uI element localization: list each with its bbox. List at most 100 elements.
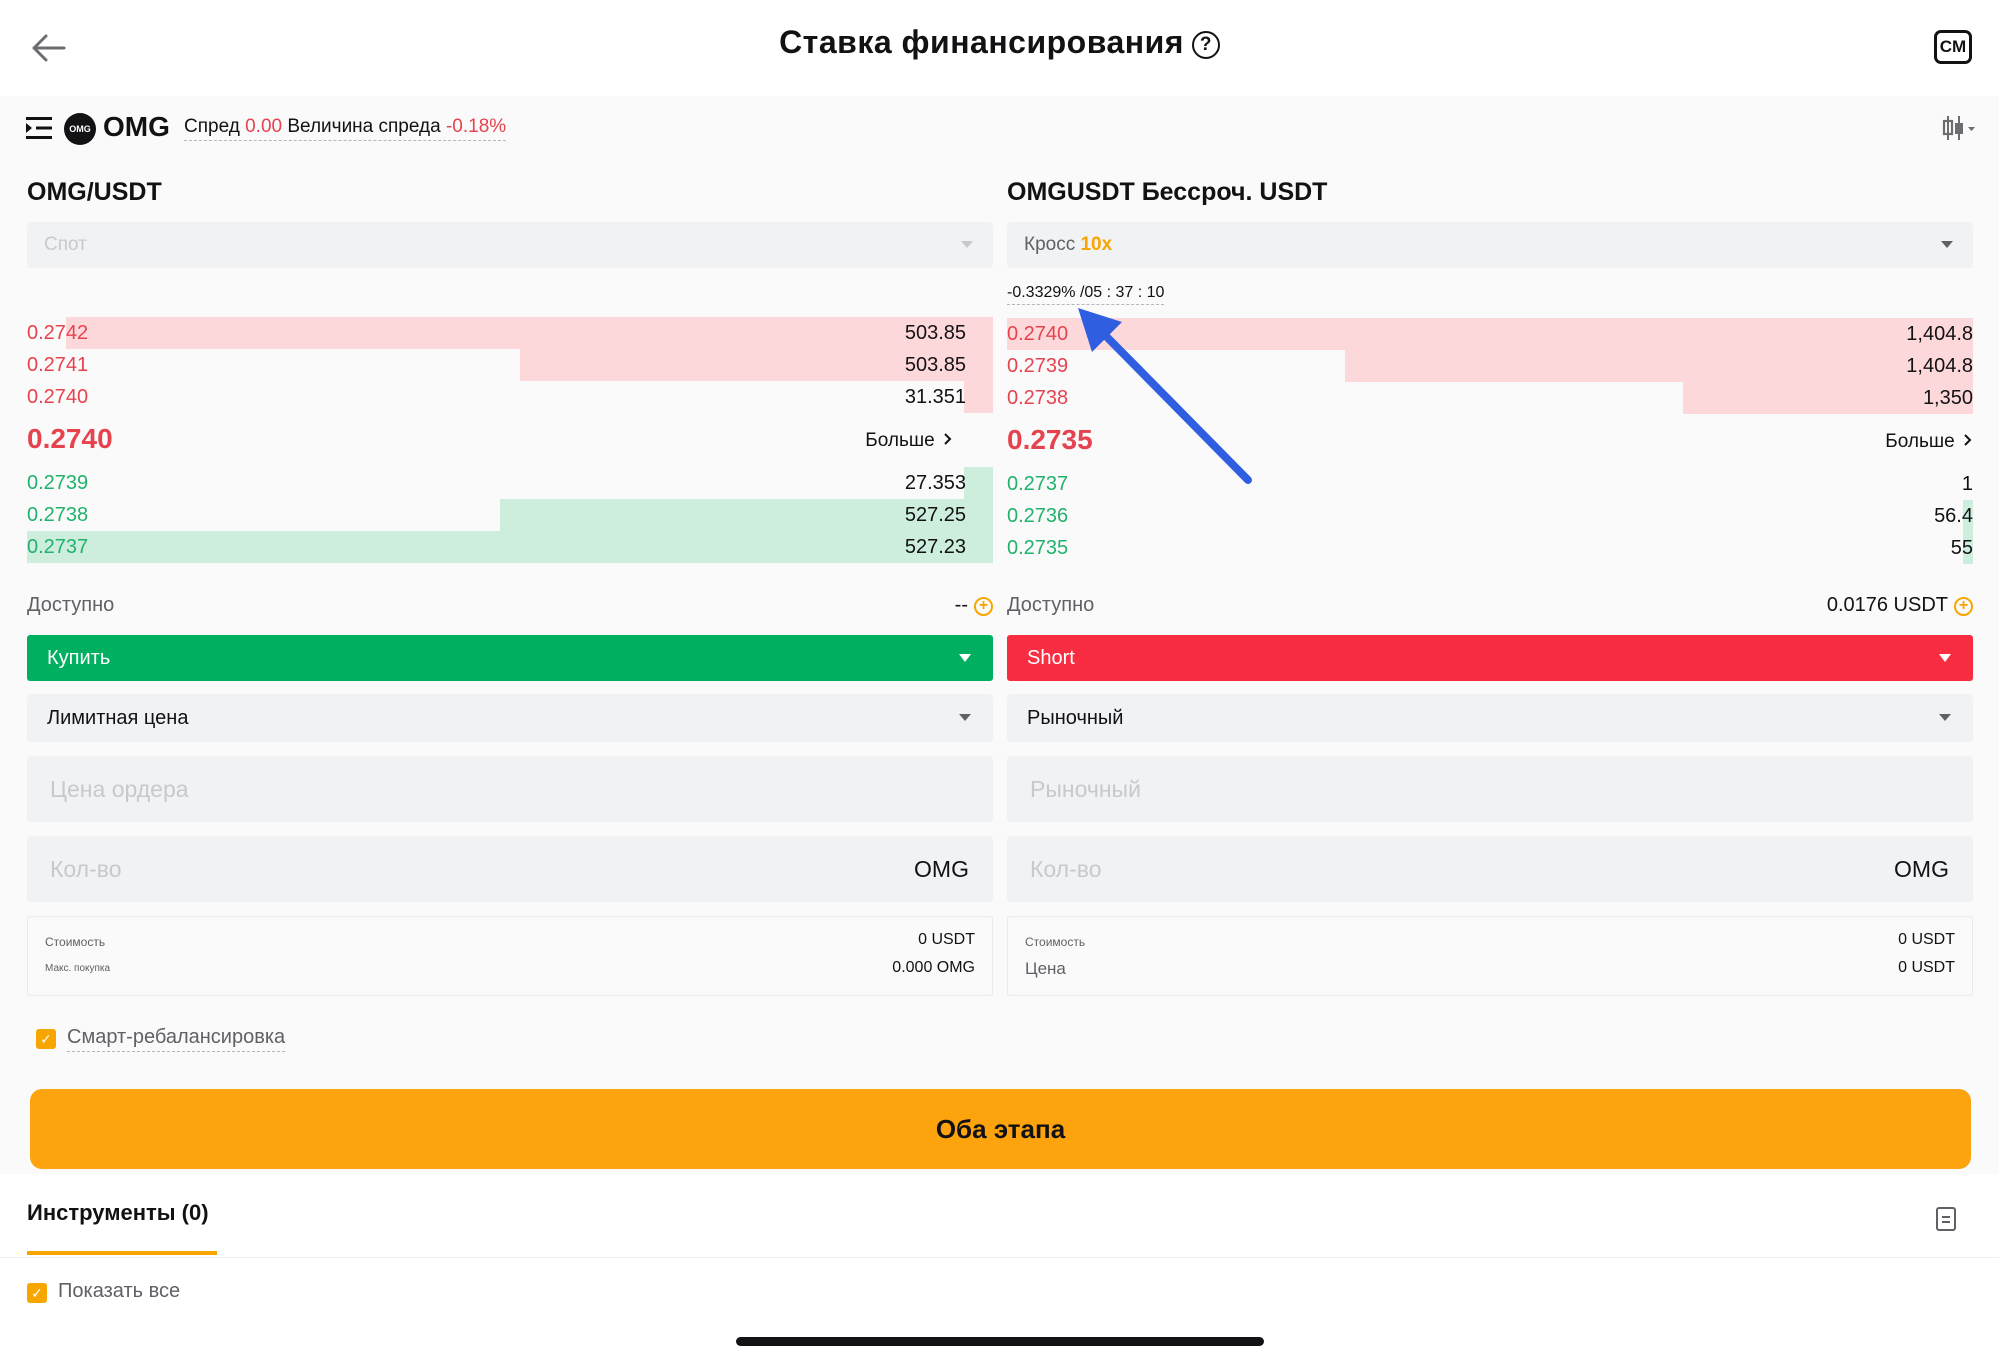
- more-label: Больше: [1885, 431, 1955, 452]
- perp-qty-input[interactable]: Кол-во OMG: [1007, 836, 1973, 902]
- bid-qty: 527.23: [904, 536, 966, 558]
- spot-order-type-select[interactable]: Лимитная цена: [27, 694, 993, 742]
- add-funds-icon[interactable]: +: [974, 597, 993, 616]
- spot-qty-input[interactable]: Кол-во OMG: [27, 836, 993, 902]
- ask-price: 0.2739: [1007, 355, 1069, 377]
- ask-qty: 503.85: [904, 322, 966, 344]
- summary-row: Макс. покупка 0.000 OMG: [45, 959, 975, 981]
- ask-qty: 503.85: [904, 354, 966, 376]
- coin-logo: OMG: [64, 113, 96, 145]
- spot-pair-title: OMG/USDT: [27, 178, 162, 206]
- leverage-value: 10x: [1080, 234, 1113, 255]
- depth-bar: [1345, 350, 1973, 382]
- bid-row[interactable]: 0.2736 56.4: [1007, 500, 1973, 532]
- perp-order-type-label: Рыночный: [1027, 707, 1124, 729]
- tab-instruments[interactable]: Инструменты (0): [27, 1200, 209, 1226]
- page-title: Ставка финансирования?: [0, 24, 1999, 61]
- chevron-right-icon: [1964, 434, 1972, 446]
- more-label: Больше: [865, 430, 935, 451]
- spot-available-amount: --: [954, 594, 968, 616]
- bid-qty: 1: [1961, 473, 1973, 495]
- document-list-icon[interactable]: [1936, 1207, 1956, 1231]
- spread-size-label: Величина спреда: [287, 116, 441, 137]
- active-tab-indicator: [27, 1251, 217, 1255]
- summary-row: Стоимость 0 USDT: [1025, 931, 1955, 953]
- coin-name[interactable]: OMG: [103, 111, 170, 143]
- spread-label: Спред: [184, 116, 240, 137]
- perp-qty-placeholder: Кол-во: [1030, 856, 1102, 882]
- spot-price-input[interactable]: Цена ордера: [27, 756, 993, 822]
- ask-qty: 1,404.8: [1906, 323, 1973, 345]
- add-funds-icon[interactable]: +: [1954, 597, 1973, 616]
- bid-price: 0.2736: [1007, 505, 1069, 527]
- ask-qty: 1,350: [1922, 387, 1973, 409]
- depth-bar: [27, 531, 993, 563]
- ask-row[interactable]: 0.2742 503.85: [27, 317, 993, 349]
- perp-order-summary: Стоимость 0 USDT Цена 0 USDT: [1007, 916, 1973, 996]
- summary-value: 0 USDT: [1898, 959, 1955, 976]
- margin-mode-label: Кросс: [1024, 234, 1076, 255]
- chevron-down-icon: [1941, 241, 1953, 248]
- perp-available-label: Доступно: [1007, 594, 1095, 616]
- margin-mode-select[interactable]: Кросс 10x: [1007, 222, 1973, 268]
- spread-size-value: -0.18%: [445, 116, 507, 137]
- bid-qty: 56.4: [1934, 505, 1973, 527]
- show-all-checkbox[interactable]: ✓: [27, 1283, 47, 1303]
- depth-bar: [66, 317, 993, 349]
- bid-price: 0.2739: [27, 472, 89, 494]
- bid-row[interactable]: 0.2737 527.23: [27, 531, 993, 563]
- spread-info[interactable]: Спред 0.00 Величина спреда -0.18%: [184, 116, 507, 141]
- show-all-label[interactable]: Показать все: [58, 1280, 180, 1303]
- perp-more-link[interactable]: Больше: [1885, 431, 1973, 453]
- summary-key: Макс. покупка: [45, 963, 111, 974]
- ask-price: 0.2738: [1007, 387, 1069, 409]
- chevron-down-icon: [961, 241, 973, 248]
- bid-qty: 55: [1950, 537, 1973, 559]
- spot-order-summary: Стоимость 0 USDT Макс. покупка 0.000 OMG: [27, 916, 993, 996]
- ask-row[interactable]: 0.2741 503.85: [27, 349, 993, 381]
- spot-market-label: Спот: [44, 234, 87, 255]
- home-indicator: [736, 1337, 1264, 1346]
- buy-side-select[interactable]: Купить: [27, 635, 993, 681]
- spot-order-book: 0.2742 503.85 0.2741 503.85 0.2740 31.35…: [27, 317, 993, 567]
- summary-value: 0.000 OMG: [892, 959, 975, 976]
- bid-row[interactable]: 0.2738 527.25: [27, 499, 993, 531]
- chevron-down-icon: [1939, 654, 1951, 662]
- smart-rebalance-checkbox[interactable]: ✓: [36, 1029, 56, 1049]
- summary-key: Стоимость: [45, 935, 106, 949]
- spot-more-link[interactable]: Больше: [865, 430, 953, 452]
- perp-pair-title: OMGUSDT Бессроч. USDT: [1007, 178, 1328, 206]
- bid-price: 0.2737: [1007, 473, 1069, 495]
- spot-available-label: Доступно: [27, 594, 115, 616]
- bid-price: 0.2737: [27, 536, 89, 558]
- ask-price: 0.2741: [27, 354, 89, 376]
- summary-key: Стоимость: [1025, 935, 1086, 949]
- bid-price: 0.2738: [27, 504, 89, 526]
- ask-price: 0.2740: [27, 386, 89, 408]
- short-side-select[interactable]: Short: [1007, 635, 1973, 681]
- smart-rebalance-label[interactable]: Смарт-ребалансировка: [67, 1026, 286, 1052]
- both-stages-button[interactable]: Оба этапа: [30, 1089, 1971, 1169]
- bid-row[interactable]: 0.2739 27.353: [27, 467, 993, 499]
- perp-available-amount: 0.0176 USDT: [1826, 594, 1948, 616]
- ask-row[interactable]: 0.2740 31.351: [27, 381, 993, 413]
- instruments-panel: [0, 1174, 1999, 1359]
- perp-order-type-select[interactable]: Рыночный: [1007, 694, 1973, 742]
- bid-row[interactable]: 0.2735 55: [1007, 532, 1973, 564]
- buy-side-label: Купить: [47, 647, 111, 669]
- depth-bar: [964, 381, 993, 413]
- spot-order-type-label: Лимитная цена: [47, 707, 189, 729]
- candlestick-chart-icon[interactable]: [1942, 114, 1976, 142]
- spread-value: 0.00: [245, 116, 283, 137]
- spot-market-select[interactable]: Спот: [27, 222, 993, 268]
- bid-price: 0.2735: [1007, 537, 1069, 559]
- menu-icon[interactable]: [26, 116, 54, 140]
- perp-price-input[interactable]: Рыночный: [1007, 756, 1973, 822]
- summary-row: Стоимость 0 USDT: [45, 931, 975, 953]
- help-icon[interactable]: ?: [1191, 31, 1220, 59]
- summary-row: Цена 0 USDT: [1025, 959, 1955, 981]
- summary-value: 0 USDT: [1898, 931, 1955, 948]
- bid-qty: 527.25: [904, 504, 966, 526]
- short-side-label: Short: [1027, 647, 1075, 669]
- cm-badge-icon[interactable]: CM: [1934, 30, 1972, 64]
